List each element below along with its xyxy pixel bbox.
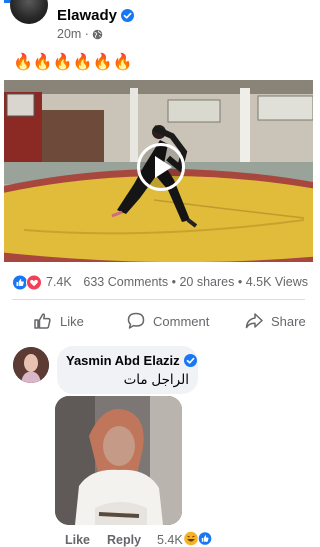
globe-icon xyxy=(92,29,103,39)
play-icon[interactable] xyxy=(136,142,186,192)
comment-image-content xyxy=(55,396,182,525)
like-reaction-icon xyxy=(12,274,28,291)
post-actions: Like Comment Share xyxy=(0,305,317,337)
engagement-summary[interactable]: 633 Comments • 20 shares • 4.5K Views xyxy=(83,275,308,289)
reactions-icons[interactable] xyxy=(12,274,46,291)
comment-label: Comment xyxy=(153,313,210,329)
author-name-row[interactable]: Elawady xyxy=(57,7,135,24)
comment-image[interactable] xyxy=(55,396,182,525)
like-icon xyxy=(34,313,51,329)
post-time[interactable]: 20m · xyxy=(57,27,89,41)
post-header: Elawady 20m · xyxy=(0,0,317,46)
reaction-count[interactable]: 7.4K xyxy=(46,275,72,289)
commenter-name[interactable]: Yasmin Abd Elaziz xyxy=(66,353,180,368)
comment-icon xyxy=(127,312,145,329)
commenter-photo xyxy=(13,347,49,383)
post-caption: 🔥🔥🔥🔥🔥🔥 xyxy=(13,54,133,71)
comment-bubble[interactable]: Yasmin Abd Elaziz الراجل مات xyxy=(57,346,198,394)
verified-icon xyxy=(121,9,135,22)
commenter-name-row[interactable]: Yasmin Abd Elaziz xyxy=(66,353,197,368)
comment-like-button[interactable]: Like xyxy=(65,533,90,547)
share-button[interactable]: Share xyxy=(244,311,306,331)
love-reaction-icon xyxy=(26,274,42,291)
like-label: Like xyxy=(60,313,84,329)
author-avatar[interactable] xyxy=(10,0,48,24)
comment-reactions-icons[interactable] xyxy=(184,531,216,546)
share-icon xyxy=(245,313,263,329)
comment-actions: Like Reply 5.4K xyxy=(0,530,317,547)
post-meta: 20m · xyxy=(57,27,103,41)
comment-text: الراجل مات xyxy=(123,372,189,387)
comment-button[interactable]: Comment xyxy=(126,311,209,331)
author-name[interactable]: Elawady xyxy=(57,7,117,24)
comment-reply-button[interactable]: Reply xyxy=(107,533,141,547)
post-stats: 7.4K 633 Comments • 20 shares • 4.5K Vie… xyxy=(0,271,317,293)
share-label: Share xyxy=(271,313,306,329)
section-divider xyxy=(0,337,317,345)
comment-reaction-count[interactable]: 5.4K xyxy=(157,533,183,547)
verified-icon xyxy=(183,354,197,367)
commenter-avatar[interactable] xyxy=(13,347,49,383)
like-reaction-icon xyxy=(197,531,213,546)
video-player[interactable] xyxy=(4,80,313,262)
like-button[interactable]: Like xyxy=(33,311,84,331)
haha-reaction-icon xyxy=(184,531,198,546)
separator xyxy=(12,299,305,300)
